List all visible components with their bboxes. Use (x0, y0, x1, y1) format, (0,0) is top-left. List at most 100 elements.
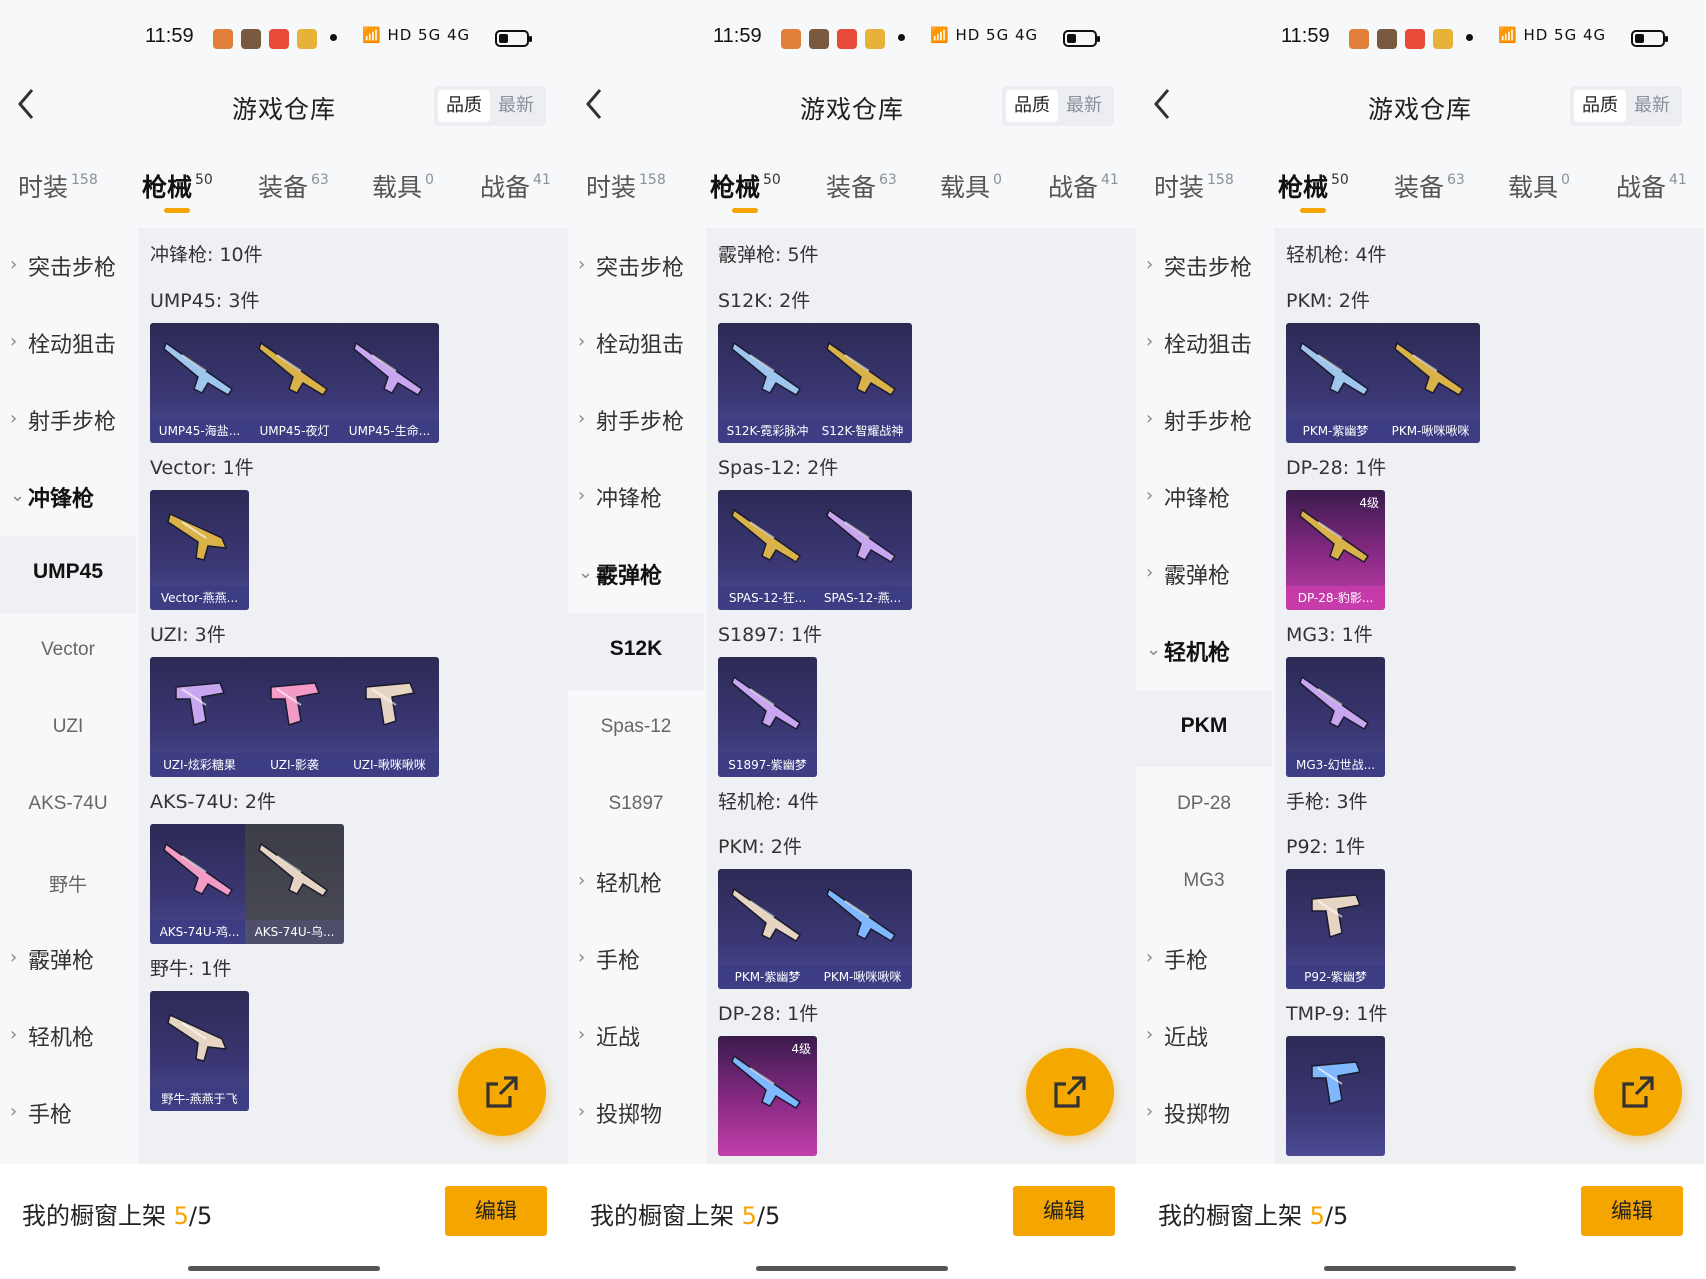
sidebar-subitem[interactable]: 野牛 (0, 844, 136, 921)
weapon-skin-card[interactable]: SPAS-12-燕... (813, 490, 912, 610)
home-indicator[interactable] (188, 1266, 380, 1271)
sidebar-item[interactable]: › 突击步枪 (0, 228, 136, 305)
sort-toggle[interactable]: 品质 最新 (1002, 86, 1114, 126)
sidebar-item[interactable]: › 栓动狙击 (0, 305, 136, 382)
weapon-skin-card[interactable]: PKM-紫幽梦 (718, 869, 817, 989)
weapon-skin-card[interactable]: Vector-燕燕... (150, 490, 249, 610)
weapon-skin-card[interactable]: S12K-霓彩脉冲 (718, 323, 817, 443)
sidebar-item[interactable]: › 射手步枪 (568, 382, 704, 459)
tab-3[interactable]: 装备 63 (258, 168, 329, 204)
sort-quality-button[interactable]: 品质 (1006, 90, 1058, 122)
share-button[interactable] (1594, 1048, 1682, 1136)
sidebar-item[interactable]: ⌄ 霰弹枪 (568, 536, 704, 613)
sort-quality-button[interactable]: 品质 (1574, 90, 1626, 122)
weapon-skin-card[interactable]: AKS-74U-乌... (245, 824, 344, 944)
tab-2[interactable]: 枪械 50 (142, 168, 213, 213)
sidebar-item[interactable]: › 近战 (1136, 998, 1272, 1075)
tab-3[interactable]: 装备 63 (826, 168, 897, 204)
sort-toggle[interactable]: 品质 最新 (1570, 86, 1682, 126)
tab-1[interactable]: 时装 158 (18, 168, 98, 204)
sort-latest-button[interactable]: 最新 (490, 90, 542, 122)
sidebar-subitem[interactable]: UMP45 (0, 536, 136, 613)
weapon-skin-card[interactable]: PKM-啾咪啾咪 (813, 869, 912, 989)
weapon-skin-card[interactable]: PKM-啾咪啾咪 (1381, 323, 1480, 443)
sidebar-item[interactable]: › 手枪 (568, 921, 704, 998)
sidebar-item[interactable]: › 栓动狙击 (568, 305, 704, 382)
sort-quality-button[interactable]: 品质 (438, 90, 490, 122)
sidebar-subitem[interactable]: S1897 (568, 767, 704, 844)
weapon-skin-card[interactable]: 4级 DP-28-豹影... (1286, 490, 1385, 610)
sidebar-subitem[interactable]: DP-28 (1136, 767, 1272, 844)
tab-1[interactable]: 时装 158 (586, 168, 666, 204)
sort-toggle[interactable]: 品质 最新 (434, 86, 546, 126)
edit-button[interactable]: 编辑 (445, 1186, 547, 1236)
weapon-skin-card[interactable]: MG3-幻世战... (1286, 657, 1385, 777)
home-indicator[interactable] (756, 1266, 948, 1271)
weapon-skin-card[interactable]: UMP45-海盐... (150, 323, 249, 443)
sidebar-item[interactable]: › 霰弹枪 (1136, 536, 1272, 613)
sidebar-subitem[interactable]: S12K (568, 613, 704, 690)
sidebar-subitem[interactable]: Vector (0, 613, 136, 690)
weapon-skin-card[interactable] (1286, 1036, 1385, 1156)
sidebar-item[interactable]: › 突击步枪 (1136, 228, 1272, 305)
sidebar-subitem[interactable]: MG3 (1136, 844, 1272, 921)
rifle-icon (257, 836, 333, 906)
share-button[interactable] (1026, 1048, 1114, 1136)
weapon-skin-card[interactable]: P92-紫幽梦 (1286, 869, 1385, 989)
tab-4[interactable]: 载具 0 (1508, 168, 1570, 204)
sidebar-item[interactable]: › 射手步枪 (1136, 382, 1272, 459)
tab-5[interactable]: 战备 41 (480, 168, 551, 204)
weapon-skin-card[interactable]: UZI-炫彩糖果 (150, 657, 249, 777)
tab-5[interactable]: 战备 41 (1048, 168, 1119, 204)
tab-4[interactable]: 载具 0 (372, 168, 434, 204)
sidebar-item[interactable]: › 投掷物 (1136, 1075, 1272, 1152)
sidebar-item[interactable]: › 近战 (568, 998, 704, 1075)
weapon-skin-card[interactable]: 野牛-燕燕于飞 (150, 991, 249, 1111)
share-button[interactable] (458, 1048, 546, 1136)
weapon-skin-card[interactable]: UMP45-生命... (340, 323, 439, 443)
tab-5[interactable]: 战备 41 (1616, 168, 1687, 204)
sidebar-item[interactable]: › 手枪 (1136, 921, 1272, 998)
weapon-skin-card[interactable]: UZI-影袭 (245, 657, 344, 777)
weapon-skin-name: SPAS-12-燕... (813, 586, 912, 610)
sidebar-item[interactable]: › 轻机枪 (0, 998, 136, 1075)
weapon-skin-card[interactable]: S1897-紫幽梦 (718, 657, 817, 777)
weapon-skin-card[interactable]: UZI-啾咪啾咪 (340, 657, 439, 777)
sidebar-item[interactable]: › 轻机枪 (568, 844, 704, 921)
weapon-skin-card[interactable]: PKM-紫幽梦 (1286, 323, 1385, 443)
sidebar-item[interactable]: › 霰弹枪 (0, 921, 136, 998)
sidebar-subitem[interactable]: AKS-74U (0, 767, 136, 844)
sidebar-item[interactable]: ⌄ 冲锋枪 (0, 459, 136, 536)
weapon-skin-card[interactable]: UMP45-夜灯 (245, 323, 344, 443)
tab-2[interactable]: 枪械 50 (710, 168, 781, 213)
weapon-skin-card[interactable]: AKS-74U-鸡... (150, 824, 249, 944)
app-notification-icon (781, 28, 801, 49)
weapon-skin-card[interactable]: 4级 (718, 1036, 817, 1156)
sort-latest-button[interactable]: 最新 (1058, 90, 1110, 122)
battery-icon (1631, 30, 1668, 47)
rifle-icon (352, 335, 428, 405)
edit-button[interactable]: 编辑 (1581, 1186, 1683, 1236)
weapon-skin-card[interactable]: S12K-智耀战神 (813, 323, 912, 443)
sidebar-item[interactable]: › 栓动狙击 (1136, 305, 1272, 382)
edit-button[interactable]: 编辑 (1013, 1186, 1115, 1236)
sidebar-item[interactable]: ⌄ 轻机枪 (1136, 613, 1272, 690)
weapon-skin-card[interactable]: SPAS-12-狂... (718, 490, 817, 610)
sidebar-subitem[interactable]: PKM (1136, 690, 1272, 767)
tab-4[interactable]: 载具 0 (940, 168, 1002, 204)
home-indicator[interactable] (1324, 1266, 1516, 1271)
sidebar-item[interactable]: › 冲锋枪 (568, 459, 704, 536)
sidebar-subitem[interactable]: UZI (0, 690, 136, 767)
sidebar-item[interactable]: › 突击步枪 (568, 228, 704, 305)
sidebar-subitem[interactable]: Spas-12 (568, 690, 704, 767)
sidebar-item[interactable]: › 冲锋枪 (1136, 459, 1272, 536)
sidebar-item[interactable]: › 投掷物 (568, 1075, 704, 1152)
sidebar-item[interactable]: › 射手步枪 (0, 382, 136, 459)
tab-count: 0 (993, 172, 1002, 188)
tab-3[interactable]: 装备 63 (1394, 168, 1465, 204)
sidebar-item[interactable]: › 手枪 (0, 1075, 136, 1152)
tab-1[interactable]: 时装 158 (1154, 168, 1234, 204)
showcase-bar: 我的橱窗上架 5/5 编辑 (1136, 1164, 1704, 1279)
sort-latest-button[interactable]: 最新 (1626, 90, 1678, 122)
tab-2[interactable]: 枪械 50 (1278, 168, 1349, 213)
